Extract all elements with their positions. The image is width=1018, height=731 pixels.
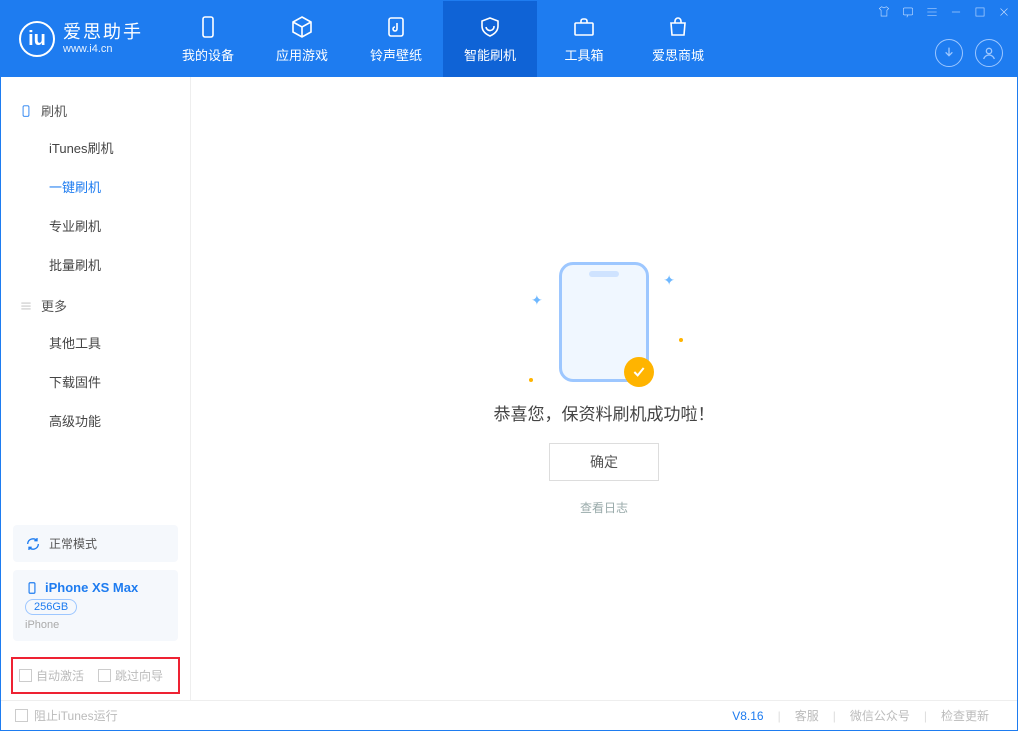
menu-icon[interactable] (925, 5, 939, 19)
phone-illustration-icon (559, 262, 649, 382)
ok-button[interactable]: 确定 (549, 443, 659, 481)
tab-flash[interactable]: 智能刷机 (443, 1, 537, 77)
options-box: 自动激活 跳过向导 (11, 657, 180, 694)
tab-label: 爱思商城 (652, 45, 704, 64)
wechat-link[interactable]: 微信公众号 (836, 707, 924, 724)
phone-icon (196, 15, 220, 39)
device-name: iPhone XS Max (45, 580, 138, 595)
tshirt-icon[interactable] (877, 5, 891, 19)
sidebar-item-other-tools[interactable]: 其他工具 (1, 323, 190, 362)
option-label: 自动激活 (36, 667, 84, 684)
checkbox-icon (19, 669, 32, 682)
phone-icon (19, 104, 33, 118)
option-auto-activate[interactable]: 自动激活 (19, 667, 84, 684)
main-content: ✦ ✦ 恭喜您，保资料刷机成功啦！ 确定 查看日志 (191, 77, 1017, 700)
device-mode: 正常模式 (49, 535, 97, 552)
app-name: 爱思助手 (63, 22, 143, 44)
tab-label: 应用游戏 (276, 45, 328, 64)
option-label: 阻止iTunes运行 (34, 707, 118, 724)
version-label: V8.16 (718, 709, 777, 723)
window-controls (877, 5, 1011, 19)
footer: 阻止iTunes运行 V8.16 | 客服 | 微信公众号 | 检查更新 (1, 700, 1017, 730)
sidebar-item-batch-flash[interactable]: 批量刷机 (1, 245, 190, 284)
briefcase-icon (572, 15, 596, 39)
device-mode-box[interactable]: 正常模式 (13, 525, 178, 562)
tab-store[interactable]: 爱思商城 (631, 1, 725, 77)
tab-label: 铃声壁纸 (370, 45, 422, 64)
phone-icon (25, 581, 39, 595)
sidebar-section-flash: 刷机 (1, 89, 190, 128)
download-button[interactable] (935, 39, 963, 67)
section-label: 刷机 (41, 101, 67, 120)
checkbox-icon (98, 669, 111, 682)
maximize-icon[interactable] (973, 5, 987, 19)
refresh-shield-icon (478, 15, 502, 39)
tab-apps[interactable]: 应用游戏 (255, 1, 349, 77)
success-illustration: ✦ ✦ (559, 262, 649, 382)
tab-ringtone[interactable]: 铃声壁纸 (349, 1, 443, 77)
bag-icon (666, 15, 690, 39)
sparkle-icon: ✦ (531, 292, 543, 309)
account-button[interactable] (975, 39, 1003, 67)
sidebar-item-pro-flash[interactable]: 专业刷机 (1, 206, 190, 245)
cube-icon (290, 15, 314, 39)
sidebar: 刷机 iTunes刷机 一键刷机 专业刷机 批量刷机 更多 其他工具 下载固件 … (1, 77, 191, 700)
sidebar-item-advanced[interactable]: 高级功能 (1, 401, 190, 440)
tab-label: 智能刷机 (464, 45, 516, 64)
device-card[interactable]: iPhone XS Max 256GB iPhone (13, 570, 178, 641)
feedback-icon[interactable] (901, 5, 915, 19)
view-log-link[interactable]: 查看日志 (580, 499, 628, 516)
dot-icon (529, 378, 533, 382)
update-link[interactable]: 检查更新 (927, 707, 1003, 724)
main-tabs: 我的设备 应用游戏 铃声壁纸 智能刷机 工具箱 爱思商城 (161, 1, 725, 77)
dot-icon (679, 338, 683, 342)
sidebar-item-oneclick-flash[interactable]: 一键刷机 (1, 167, 190, 206)
sync-icon (25, 536, 41, 552)
app-logo: iu 爱思助手 www.i4.cn (1, 21, 161, 57)
app-url: www.i4.cn (63, 43, 143, 56)
close-icon[interactable] (997, 5, 1011, 19)
sparkle-icon: ✦ (663, 272, 675, 289)
sidebar-item-itunes-flash[interactable]: iTunes刷机 (1, 128, 190, 167)
tab-label: 我的设备 (182, 45, 234, 64)
option-skip-guide[interactable]: 跳过向导 (98, 667, 163, 684)
music-file-icon (384, 15, 408, 39)
check-badge-icon (624, 357, 654, 387)
sidebar-section-more: 更多 (1, 284, 190, 323)
tab-device[interactable]: 我的设备 (161, 1, 255, 77)
tab-toolbox[interactable]: 工具箱 (537, 1, 631, 77)
device-type: iPhone (25, 619, 166, 631)
tab-label: 工具箱 (564, 45, 603, 64)
device-capacity: 256GB (25, 599, 77, 615)
success-message: 恭喜您，保资料刷机成功啦！ (494, 400, 715, 425)
sidebar-item-firmware[interactable]: 下载固件 (1, 362, 190, 401)
checkbox-icon (15, 709, 28, 722)
section-label: 更多 (41, 296, 67, 315)
option-block-itunes[interactable]: 阻止iTunes运行 (15, 707, 118, 724)
option-label: 跳过向导 (115, 667, 163, 684)
logo-icon: iu (19, 21, 55, 57)
list-icon (19, 299, 33, 313)
minimize-icon[interactable] (949, 5, 963, 19)
support-link[interactable]: 客服 (781, 707, 833, 724)
